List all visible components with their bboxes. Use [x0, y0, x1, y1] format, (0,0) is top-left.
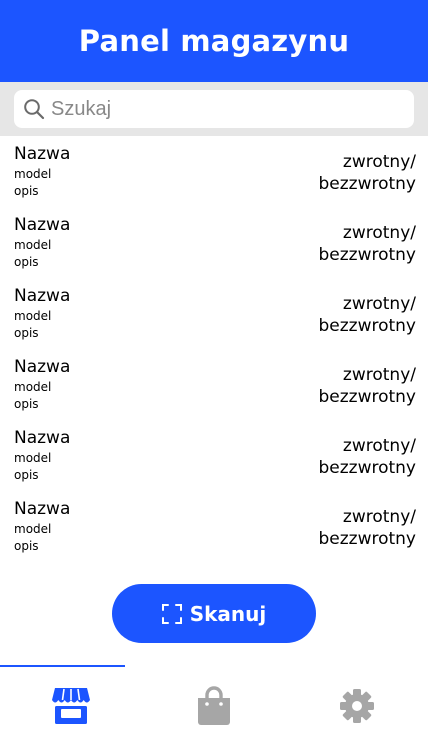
tab-orders[interactable] [142, 667, 285, 745]
status-line-1: zwrotny/ [342, 294, 416, 314]
scan-button-label: Skanuj [189, 601, 267, 626]
list-item[interactable]: Nazwa model opis zwrotny/ bezzwrotny [0, 211, 428, 282]
item-model: model [14, 167, 52, 181]
product-list: Nazwa model opis zwrotny/ bezzwrotny Naz… [0, 140, 428, 566]
search-bar [0, 82, 428, 136]
status-line-2: bezzwrotny [318, 316, 416, 336]
item-model: model [14, 451, 52, 465]
search-input[interactable] [51, 97, 391, 121]
gear-icon [339, 688, 375, 724]
tab-settings[interactable] [285, 667, 428, 745]
item-name: Nazwa [14, 357, 71, 377]
item-name: Nazwa [14, 286, 71, 306]
app-header: Panel magazynu [0, 0, 428, 82]
page-title: Panel magazynu [78, 24, 350, 58]
list-item[interactable]: Nazwa model opis zwrotny/ bezzwrotny [0, 282, 428, 353]
item-description: opis [14, 539, 39, 553]
item-return-status: zwrotny/ bezzwrotny [318, 506, 416, 550]
item-model: model [14, 309, 52, 323]
bottom-navigation [0, 667, 428, 756]
scan-button[interactable]: Skanuj [112, 584, 316, 643]
item-model: model [14, 238, 52, 252]
status-line-2: bezzwrotny [318, 245, 416, 265]
item-description: opis [14, 255, 39, 269]
list-item[interactable]: Nazwa model opis zwrotny/ bezzwrotny [0, 495, 428, 566]
status-line-2: bezzwrotny [318, 387, 416, 407]
item-return-status: zwrotny/ bezzwrotny [318, 151, 416, 195]
status-line-1: zwrotny/ [342, 223, 416, 243]
item-description: opis [14, 184, 39, 198]
tab-store[interactable] [0, 667, 142, 745]
status-line-1: zwrotny/ [342, 507, 416, 527]
item-name: Nazwa [14, 499, 71, 519]
scan-frame-icon [161, 603, 182, 624]
search-box[interactable] [14, 90, 414, 128]
item-model: model [14, 522, 52, 536]
item-name: Nazwa [14, 215, 71, 235]
status-line-2: bezzwrotny [318, 529, 416, 549]
item-return-status: zwrotny/ bezzwrotny [318, 364, 416, 408]
item-return-status: zwrotny/ bezzwrotny [318, 222, 416, 266]
list-item[interactable]: Nazwa model opis zwrotny/ bezzwrotny [0, 424, 428, 495]
status-line-1: zwrotny/ [342, 436, 416, 456]
item-return-status: zwrotny/ bezzwrotny [318, 435, 416, 479]
item-name: Nazwa [14, 144, 71, 164]
status-line-1: zwrotny/ [342, 152, 416, 172]
item-model: model [14, 380, 52, 394]
shopping-bag-icon [196, 686, 232, 726]
item-return-status: zwrotny/ bezzwrotny [318, 293, 416, 337]
search-icon [23, 98, 45, 120]
list-item[interactable]: Nazwa model opis zwrotny/ bezzwrotny [0, 353, 428, 424]
status-line-2: bezzwrotny [318, 458, 416, 478]
item-description: opis [14, 326, 39, 340]
item-name: Nazwa [14, 428, 71, 448]
store-icon [52, 688, 90, 724]
status-line-2: bezzwrotny [318, 174, 416, 194]
status-line-1: zwrotny/ [342, 365, 416, 385]
item-description: opis [14, 397, 39, 411]
item-description: opis [14, 468, 39, 482]
list-item[interactable]: Nazwa model opis zwrotny/ bezzwrotny [0, 140, 428, 211]
